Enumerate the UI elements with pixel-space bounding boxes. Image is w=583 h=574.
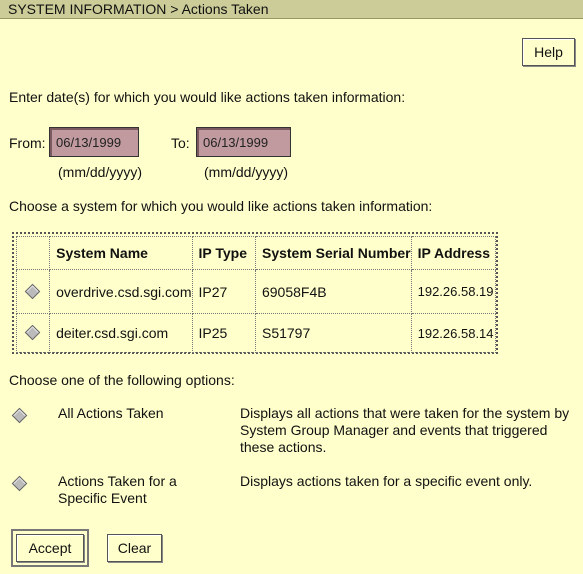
column-header-system-name: System Name <box>49 236 193 270</box>
header-bar: SYSTEM INFORMATION > Actions Taken <box>0 0 583 19</box>
to-label: To: <box>171 135 190 151</box>
column-header-ip-type: IP Type <box>191 236 256 270</box>
from-label: From: <box>9 135 46 151</box>
date-prompt: Enter date(s) for which you would like a… <box>9 89 406 105</box>
ip-type-cell: IP25 <box>191 313 256 353</box>
radio-diamond-icon[interactable] <box>24 283 41 299</box>
system-table: System Name IP Type System Serial Number… <box>12 232 498 354</box>
serial-number-cell: 69058F4B <box>254 269 412 314</box>
to-date-input[interactable] <box>196 127 291 157</box>
select-column-header <box>15 236 51 270</box>
from-date-hint: (mm/dd/yyyy) <box>58 164 142 180</box>
page-title: SYSTEM INFORMATION > Actions Taken <box>8 1 269 17</box>
options-prompt: Choose one of the following options: <box>9 372 235 388</box>
help-button[interactable]: Help <box>522 38 575 66</box>
ip-address-cell: 192.26.58.19 <box>410 269 497 314</box>
option-all-actions-label: All Actions Taken <box>58 405 164 421</box>
system-name-cell: overdrive.csd.sgi.com <box>49 269 193 314</box>
accept-button[interactable]: Accept <box>16 534 84 562</box>
option-all-actions-description: Displays all actions that were taken for… <box>240 405 570 455</box>
option-specific-event-label: Actions Taken for a Specific Event <box>58 473 177 506</box>
system-table-grid: System Name IP Type System Serial Number… <box>15 236 497 353</box>
row-select-cell[interactable] <box>15 313 51 353</box>
page: SYSTEM INFORMATION > Actions Taken Help … <box>0 0 583 574</box>
to-date-hint: (mm/dd/yyyy) <box>204 164 288 180</box>
column-header-serial-number: System Serial Number <box>254 236 412 270</box>
clear-button[interactable]: Clear <box>107 534 162 562</box>
table-row[interactable]: overdrive.csd.sgi.com IP27 69058F4B 192.… <box>15 269 497 314</box>
column-header-ip-address: IP Address <box>410 236 497 270</box>
from-date-input[interactable] <box>49 127 139 157</box>
row-select-cell[interactable] <box>15 269 51 314</box>
ip-address-cell: 192.26.58.14 <box>410 313 497 353</box>
serial-number-cell: S51797 <box>254 313 412 353</box>
option-specific-event-description: Displays actions taken for a specific ev… <box>240 473 533 489</box>
option-specific-event-radio-icon[interactable] <box>11 475 28 492</box>
system-prompt: Choose a system for which you would like… <box>9 198 433 214</box>
option-all-actions-radio-icon[interactable] <box>11 407 28 424</box>
ip-type-cell: IP27 <box>191 269 256 314</box>
table-header-row: System Name IP Type System Serial Number… <box>15 236 497 270</box>
system-name-cell: deiter.csd.sgi.com <box>49 313 193 353</box>
radio-diamond-icon[interactable] <box>24 324 41 341</box>
table-row[interactable]: deiter.csd.sgi.com IP25 S51797 192.26.58… <box>15 313 497 353</box>
